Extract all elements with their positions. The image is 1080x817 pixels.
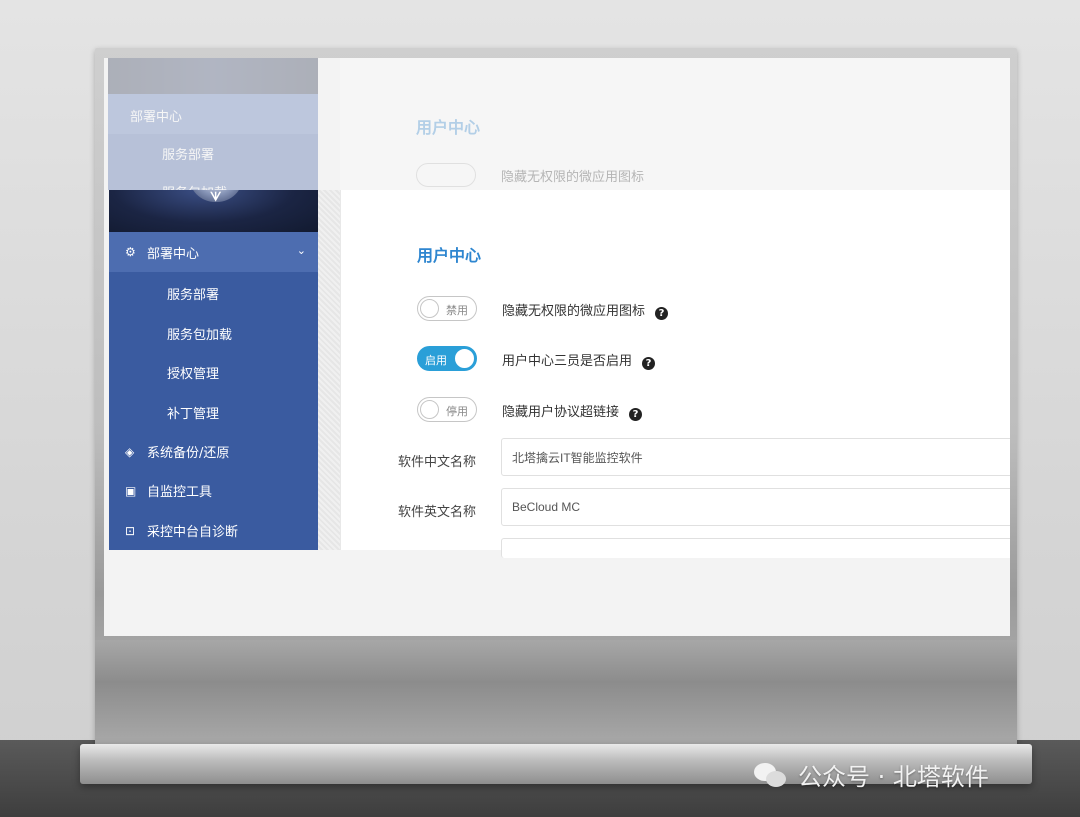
display-stand-lower-panel: [95, 640, 1017, 745]
reflection-section-label: 部署中心: [130, 110, 183, 125]
option-label: 隐藏用户协议超链接?: [502, 401, 643, 421]
sidebar-item-label: 采控中台自诊断: [147, 525, 239, 540]
help-icon[interactable]: ?: [655, 307, 669, 320]
next-field-input[interactable]: [501, 538, 1010, 558]
layers-icon: ◈: [125, 444, 135, 459]
deploy-icon: ⚙: [125, 245, 136, 259]
sidebar-item-label: 系统备份/还原: [147, 446, 230, 461]
reflection-sub-item: 服务部署: [162, 148, 215, 163]
sidebar-item-diagnose[interactable]: ⊡ 采控中台自诊断: [125, 521, 239, 541]
sidebar-item-label: 自监控工具: [147, 485, 213, 500]
sidebar-item-self-monitor[interactable]: ▣ 自监控工具: [125, 481, 213, 501]
monitor-icon: ▣: [125, 483, 137, 498]
option-label-text: 用户中心三员是否启用: [502, 354, 633, 369]
toggle-knob: [455, 349, 474, 368]
toggle-state-label: 启用: [425, 354, 447, 367]
sidebar: ᗐ ⚙ 部署中心 ⌄ 服务部署 服务包加载 授权管理 补丁管理 ◈ 系统备份/还…: [109, 190, 318, 550]
sidebar-gutter: [318, 190, 340, 550]
reflection-sub-item: 服务包加载: [162, 182, 227, 190]
option-label: 用户中心三员是否启用?: [502, 350, 656, 370]
watermark-text: 公众号 · 北塔软件: [798, 763, 989, 791]
wechat-icon: [754, 761, 788, 789]
option-label-text: 隐藏无权限的微应用图标: [502, 304, 646, 319]
option-label-text: 隐藏用户协议超链接: [502, 405, 620, 420]
sidebar-item-package-load[interactable]: 服务包加载: [167, 324, 232, 343]
section-title-user-center: 用户中心: [417, 246, 482, 265]
field-label-cn-name: 软件中文名称: [398, 455, 477, 470]
help-icon[interactable]: ?: [642, 357, 656, 370]
toggle-hide-unauthorized-icons[interactable]: 禁用: [417, 296, 477, 321]
wechat-bubble-shape: [766, 770, 786, 787]
help-icon[interactable]: ?: [629, 408, 643, 421]
diagnose-icon: ⊡: [125, 523, 136, 538]
sidebar-section-deploy[interactable]: ⚙ 部署中心 ⌄: [109, 232, 318, 272]
toggle-state-label: 停用: [446, 405, 468, 418]
reflection-logo-strip: [108, 58, 318, 94]
reflection-toggle: [416, 163, 476, 187]
sidebar-item-license[interactable]: 授权管理: [167, 363, 219, 382]
sidebar-item-service-deploy[interactable]: 服务部署: [167, 284, 219, 303]
en-name-input[interactable]: [501, 488, 1010, 526]
main-panel: 用户中心 禁用 隐藏无权限的微应用图标? 启用 用户中心三员是否启用? 停用 隐…: [340, 190, 1010, 558]
field-label-en-name: 软件英文名称: [398, 505, 477, 520]
sidebar-item-patch[interactable]: 补丁管理: [167, 403, 219, 422]
sidebar-item-backup[interactable]: ◈ 系统备份/还原: [125, 442, 230, 462]
sidebar-section-label: 部署中心: [147, 246, 200, 262]
toggle-state-label: 禁用: [446, 304, 468, 317]
reflection-option-label: 隐藏无权限的微应用图标: [501, 170, 645, 185]
logo-mark-icon: ᗐ: [210, 190, 222, 204]
reflection-section: 部署中心: [108, 94, 318, 134]
screen: 部署中心 服务部署 服务包加载 用户中心 隐藏无权限的微应用图标 ᗐ ⚙ 部署中…: [104, 58, 1010, 636]
toggle-hide-agreement-link[interactable]: 停用: [417, 397, 477, 422]
logo-strip: ᗐ: [109, 190, 318, 232]
cn-name-input[interactable]: [501, 438, 1010, 476]
app-window: ᗐ ⚙ 部署中心 ⌄ 服务部署 服务包加载 授权管理 补丁管理 ◈ 系统备份/还…: [104, 190, 1010, 558]
option-label: 隐藏无权限的微应用图标?: [502, 300, 669, 320]
toggle-three-officers[interactable]: 启用: [417, 346, 477, 371]
toggle-knob: [420, 299, 439, 318]
chevron-down-icon: ⌄: [296, 244, 306, 257]
reflection-section-title: 用户中心: [416, 118, 481, 137]
screen-reflection: 部署中心 服务部署 服务包加载 用户中心 隐藏无权限的微应用图标: [104, 58, 1010, 190]
toggle-knob: [420, 400, 439, 419]
watermark: 公众号 · 北塔软件: [754, 757, 989, 792]
